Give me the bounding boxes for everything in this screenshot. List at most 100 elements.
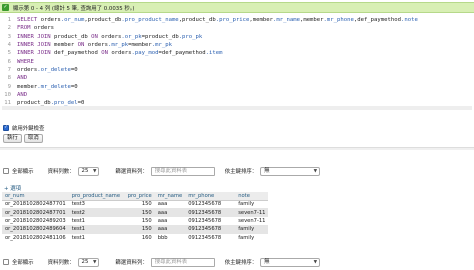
sql-token: INNER JOIN bbox=[17, 50, 55, 57]
table-cell: or_2018102802481106 bbox=[2, 233, 69, 242]
line-number: 6 bbox=[7, 58, 11, 65]
sql-token: .pro_product_name bbox=[121, 17, 179, 24]
table-row[interactable]: or_2018102802489203 test1 150 aaa 0912345678… bbox=[2, 216, 269, 226]
chevron-down-icon: ▼ bbox=[92, 259, 97, 265]
table-cell: aaa bbox=[154, 216, 186, 226]
sql-token: .mr_delete bbox=[37, 83, 71, 90]
table-cell: 150 bbox=[124, 216, 155, 226]
table-cell: test3 bbox=[68, 200, 125, 209]
sql-token: AND bbox=[17, 75, 28, 82]
sql-token: =def_paymethod bbox=[158, 50, 206, 57]
sql-line[interactable]: 11 product_db .pro_del =0 bbox=[2, 99, 472, 107]
options-toggle-link[interactable]: + 選項 bbox=[4, 184, 21, 192]
sql-line[interactable]: 10 AND bbox=[2, 91, 472, 99]
sql-token: .pro_pk bbox=[178, 33, 203, 40]
filter-rows-input[interactable]: 搜尋此資料表 bbox=[150, 257, 215, 267]
table-cell: aaa bbox=[154, 225, 186, 234]
sql-token: FROM bbox=[17, 25, 34, 32]
sql-token: orders bbox=[40, 17, 61, 24]
sql-line[interactable]: 4 INNER JOIN member ON orders .mr_pk =membe… bbox=[2, 41, 472, 49]
table-navigation-top: 全部顯示 資料列數： 25 ▼ 篩選資料列： 搜尋此資料表 依主鍵排序： 無 ▼ bbox=[3, 165, 321, 177]
column-header[interactable]: pro_price bbox=[124, 192, 155, 201]
column-header[interactable]: mr_phone bbox=[185, 192, 236, 201]
sql-token: member bbox=[54, 42, 78, 49]
fk-check-label: 啟用外鍵檢查 bbox=[12, 126, 45, 132]
sql-token: ,product_db bbox=[84, 17, 122, 24]
sql-token: .pro_del bbox=[50, 100, 78, 107]
line-number: 8 bbox=[7, 75, 11, 82]
sql-token: =0 bbox=[70, 66, 78, 73]
sql-token: =product_db bbox=[141, 33, 179, 40]
cancel-button[interactable]: 取消 bbox=[24, 134, 43, 143]
sort-by-key-select[interactable]: 無 ▼ bbox=[260, 257, 321, 267]
table-row[interactable]: or_2018102802487701 test3 150 aaa 0912345678… bbox=[2, 200, 269, 209]
table-row[interactable]: or_2018102802489604 test1 150 aaa 0912345678… bbox=[2, 225, 269, 234]
sort-by-key-select[interactable]: 無 ▼ bbox=[260, 166, 321, 176]
column-header[interactable]: pro_product_name bbox=[68, 192, 125, 201]
sql-token: INNER JOIN bbox=[17, 42, 55, 49]
sql-line[interactable]: 9 member .mr_delete =0 bbox=[2, 82, 472, 90]
sort-by-key-label: 依主鍵排序： bbox=[224, 260, 258, 266]
fk-check-checkbox[interactable]: ✓ bbox=[3, 125, 9, 131]
sql-token: INNER JOIN bbox=[17, 33, 55, 40]
line-number: 11 bbox=[4, 100, 11, 107]
chevron-down-icon: ▼ bbox=[313, 259, 318, 265]
table-cell: family bbox=[235, 225, 269, 234]
table-cell: 0912345678 bbox=[185, 233, 236, 242]
sql-token: orders bbox=[111, 50, 132, 57]
table-cell: 0912345678 bbox=[185, 225, 236, 234]
rows-per-page-select[interactable]: 25 ▼ bbox=[77, 166, 100, 176]
sql-editor[interactable]: 1 SELECT orders .or_num ,product_db .pro_pro… bbox=[2, 15, 472, 110]
run-button[interactable]: 執行 bbox=[3, 134, 22, 143]
rows-per-page-label: 資料列數： bbox=[47, 169, 75, 175]
show-all-checkbox[interactable] bbox=[3, 259, 9, 265]
show-all-checkbox[interactable] bbox=[3, 168, 9, 174]
table-cell: or_2018102802489604 bbox=[2, 225, 69, 234]
sql-token: .or_delete bbox=[37, 66, 71, 73]
table-cell: seven7-11 bbox=[235, 216, 269, 226]
column-header[interactable]: or_num bbox=[2, 192, 69, 201]
sql-token: =member bbox=[128, 42, 152, 49]
filter-rows-input[interactable]: 搜尋此資料表 bbox=[150, 166, 215, 176]
sql-token: orders bbox=[87, 42, 108, 49]
sql-token: orders bbox=[33, 25, 55, 32]
sql-line[interactable]: 6 WHERE bbox=[2, 58, 472, 66]
sql-token: ,def_paymethod bbox=[353, 17, 401, 24]
line-number: 5 bbox=[7, 50, 11, 57]
filter-rows-label: 篩選資料列： bbox=[115, 260, 148, 266]
sql-line[interactable]: 1 SELECT orders .or_num ,product_db .pro_pro… bbox=[2, 16, 472, 24]
table-row[interactable]: or_2018102802481106 test1 160 bbb 0912345678… bbox=[2, 233, 269, 242]
table-cell: test2 bbox=[68, 208, 125, 217]
sql-token: .mr_pk bbox=[151, 42, 172, 49]
sql-line[interactable]: 3 INNER JOIN product_db ON orders .or_pk =p… bbox=[2, 33, 472, 41]
table-cell: or_2018102802487701 bbox=[2, 200, 69, 209]
sql-token: ,member bbox=[299, 17, 324, 24]
sql-token: .or_num bbox=[60, 17, 85, 24]
sql-line[interactable]: 2 FROM orders bbox=[2, 24, 472, 32]
table-cell: aaa bbox=[154, 200, 186, 209]
chevron-down-icon: ▼ bbox=[92, 168, 97, 174]
column-header[interactable]: mr_name bbox=[154, 192, 186, 201]
line-number: 2 bbox=[7, 25, 11, 32]
sql-token: =0 bbox=[77, 100, 85, 107]
sql-token: ON bbox=[91, 33, 102, 40]
sql-token: product_db bbox=[54, 33, 92, 40]
sql-line[interactable]: 7 orders .or_delete =0 bbox=[2, 66, 472, 74]
column-header[interactable]: note bbox=[235, 192, 269, 201]
table-row[interactable]: or_2018102802487701 test2 150 aaa 0912345678… bbox=[2, 208, 269, 217]
table-cell: test1 bbox=[68, 225, 125, 234]
fk-check-option[interactable]: ✓ 啟用外鍵檢查 bbox=[3, 124, 44, 132]
table-cell: aaa bbox=[154, 208, 186, 217]
sql-line[interactable]: 8 AND bbox=[2, 74, 472, 82]
results-table: or_num pro_product_name pro_price mr_name mr… bbox=[2, 192, 269, 242]
sql-line[interactable]: 5 INNER JOIN def_paymethod ON orders .pay_… bbox=[2, 49, 472, 57]
table-cell: 0912345678 bbox=[185, 208, 236, 217]
show-all-label: 全部顯示 bbox=[12, 169, 34, 175]
chevron-down-icon: ▼ bbox=[313, 168, 318, 174]
rows-per-page-select[interactable]: 25 ▼ bbox=[77, 257, 100, 267]
line-number: 3 bbox=[7, 33, 11, 40]
line-number: 10 bbox=[4, 91, 11, 98]
sql-token: ,member bbox=[249, 17, 273, 24]
table-cell: family bbox=[235, 200, 269, 209]
sql-token: WHERE bbox=[17, 58, 34, 65]
